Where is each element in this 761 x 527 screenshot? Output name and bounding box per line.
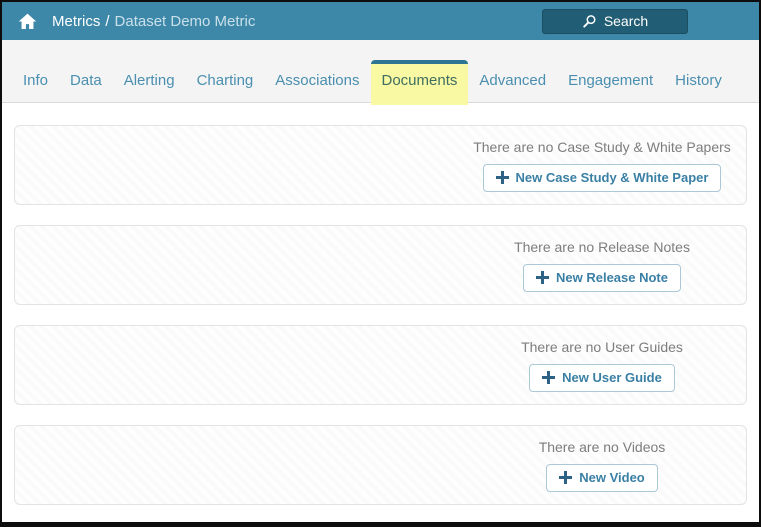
new-document-button-label: New Case Study & White Paper [515, 170, 709, 185]
search-button[interactable]: Search [542, 8, 688, 34]
empty-state-message: There are no Release Notes [514, 239, 690, 255]
document-section-case-study-white-paper: There are no Case Study & White Papers N… [14, 125, 747, 205]
tab-label: Engagement [568, 72, 654, 89]
search-icon [582, 14, 597, 29]
tab-label: Alerting [123, 72, 175, 89]
empty-state-message: There are no User Guides [521, 339, 683, 355]
empty-state-message: There are no Videos [538, 439, 666, 455]
empty-state-message: There are no Case Study & White Papers [473, 139, 731, 155]
breadcrumb: Metrics / Dataset Demo Metric [52, 13, 255, 30]
tab-label: Info [23, 72, 49, 89]
tab-advanced[interactable]: Advanced [468, 64, 557, 103]
plus-icon [559, 471, 573, 484]
tab-info[interactable]: Info [12, 64, 59, 103]
new-document-button-user-guide[interactable]: New User Guide [529, 364, 675, 392]
search-button-label: Search [603, 13, 649, 29]
plus-icon [536, 271, 549, 284]
new-document-button-label: New User Guide [562, 370, 662, 385]
tab-charting[interactable]: Charting [186, 64, 265, 103]
new-document-button-release-note[interactable]: New Release Note [523, 264, 681, 292]
breadcrumb-separator: / [105, 12, 110, 30]
tab-documents[interactable]: Documents [370, 60, 469, 105]
breadcrumb-current: Dataset Demo Metric [114, 12, 256, 30]
tab-alerting[interactable]: Alerting [113, 64, 186, 103]
app-window: Metrics / Dataset Demo Metric Search Inf… [0, 0, 761, 527]
new-document-button-video[interactable]: New Video [546, 464, 658, 492]
tab-label: Associations [275, 72, 360, 89]
tab-associations[interactable]: Associations [264, 64, 370, 103]
breadcrumb-section[interactable]: Metrics [52, 13, 100, 30]
tab-label: History [675, 72, 722, 89]
document-section-release-note: There are no Release Notes New Release N… [14, 225, 747, 305]
tab-engagement[interactable]: Engagement [557, 64, 664, 103]
document-section-user-guide: There are no User Guides New User Guide [14, 325, 747, 405]
tab-label: Advanced [479, 72, 547, 89]
document-section-video: There are no Videos New Video [14, 425, 747, 505]
plus-icon [495, 171, 509, 184]
tab-label: Charting [196, 72, 254, 89]
new-document-button-case-study-white-paper[interactable]: New Case Study & White Paper [482, 164, 722, 192]
documents-panel-list: There are no Case Study & White Papers N… [2, 103, 759, 505]
tab-history[interactable]: History [664, 64, 733, 103]
new-document-button-label: New Video [579, 470, 645, 485]
tab-label: Documents [381, 72, 458, 89]
tab-data[interactable]: Data [59, 64, 113, 103]
home-icon[interactable] [16, 10, 38, 32]
new-document-button-label: New Release Note [556, 270, 668, 285]
plus-icon [542, 371, 556, 384]
tab-bar: Info Data Alerting Charting Associations… [2, 40, 759, 105]
tab-label: Data [70, 72, 102, 89]
header-bar: Metrics / Dataset Demo Metric Search [2, 2, 759, 40]
